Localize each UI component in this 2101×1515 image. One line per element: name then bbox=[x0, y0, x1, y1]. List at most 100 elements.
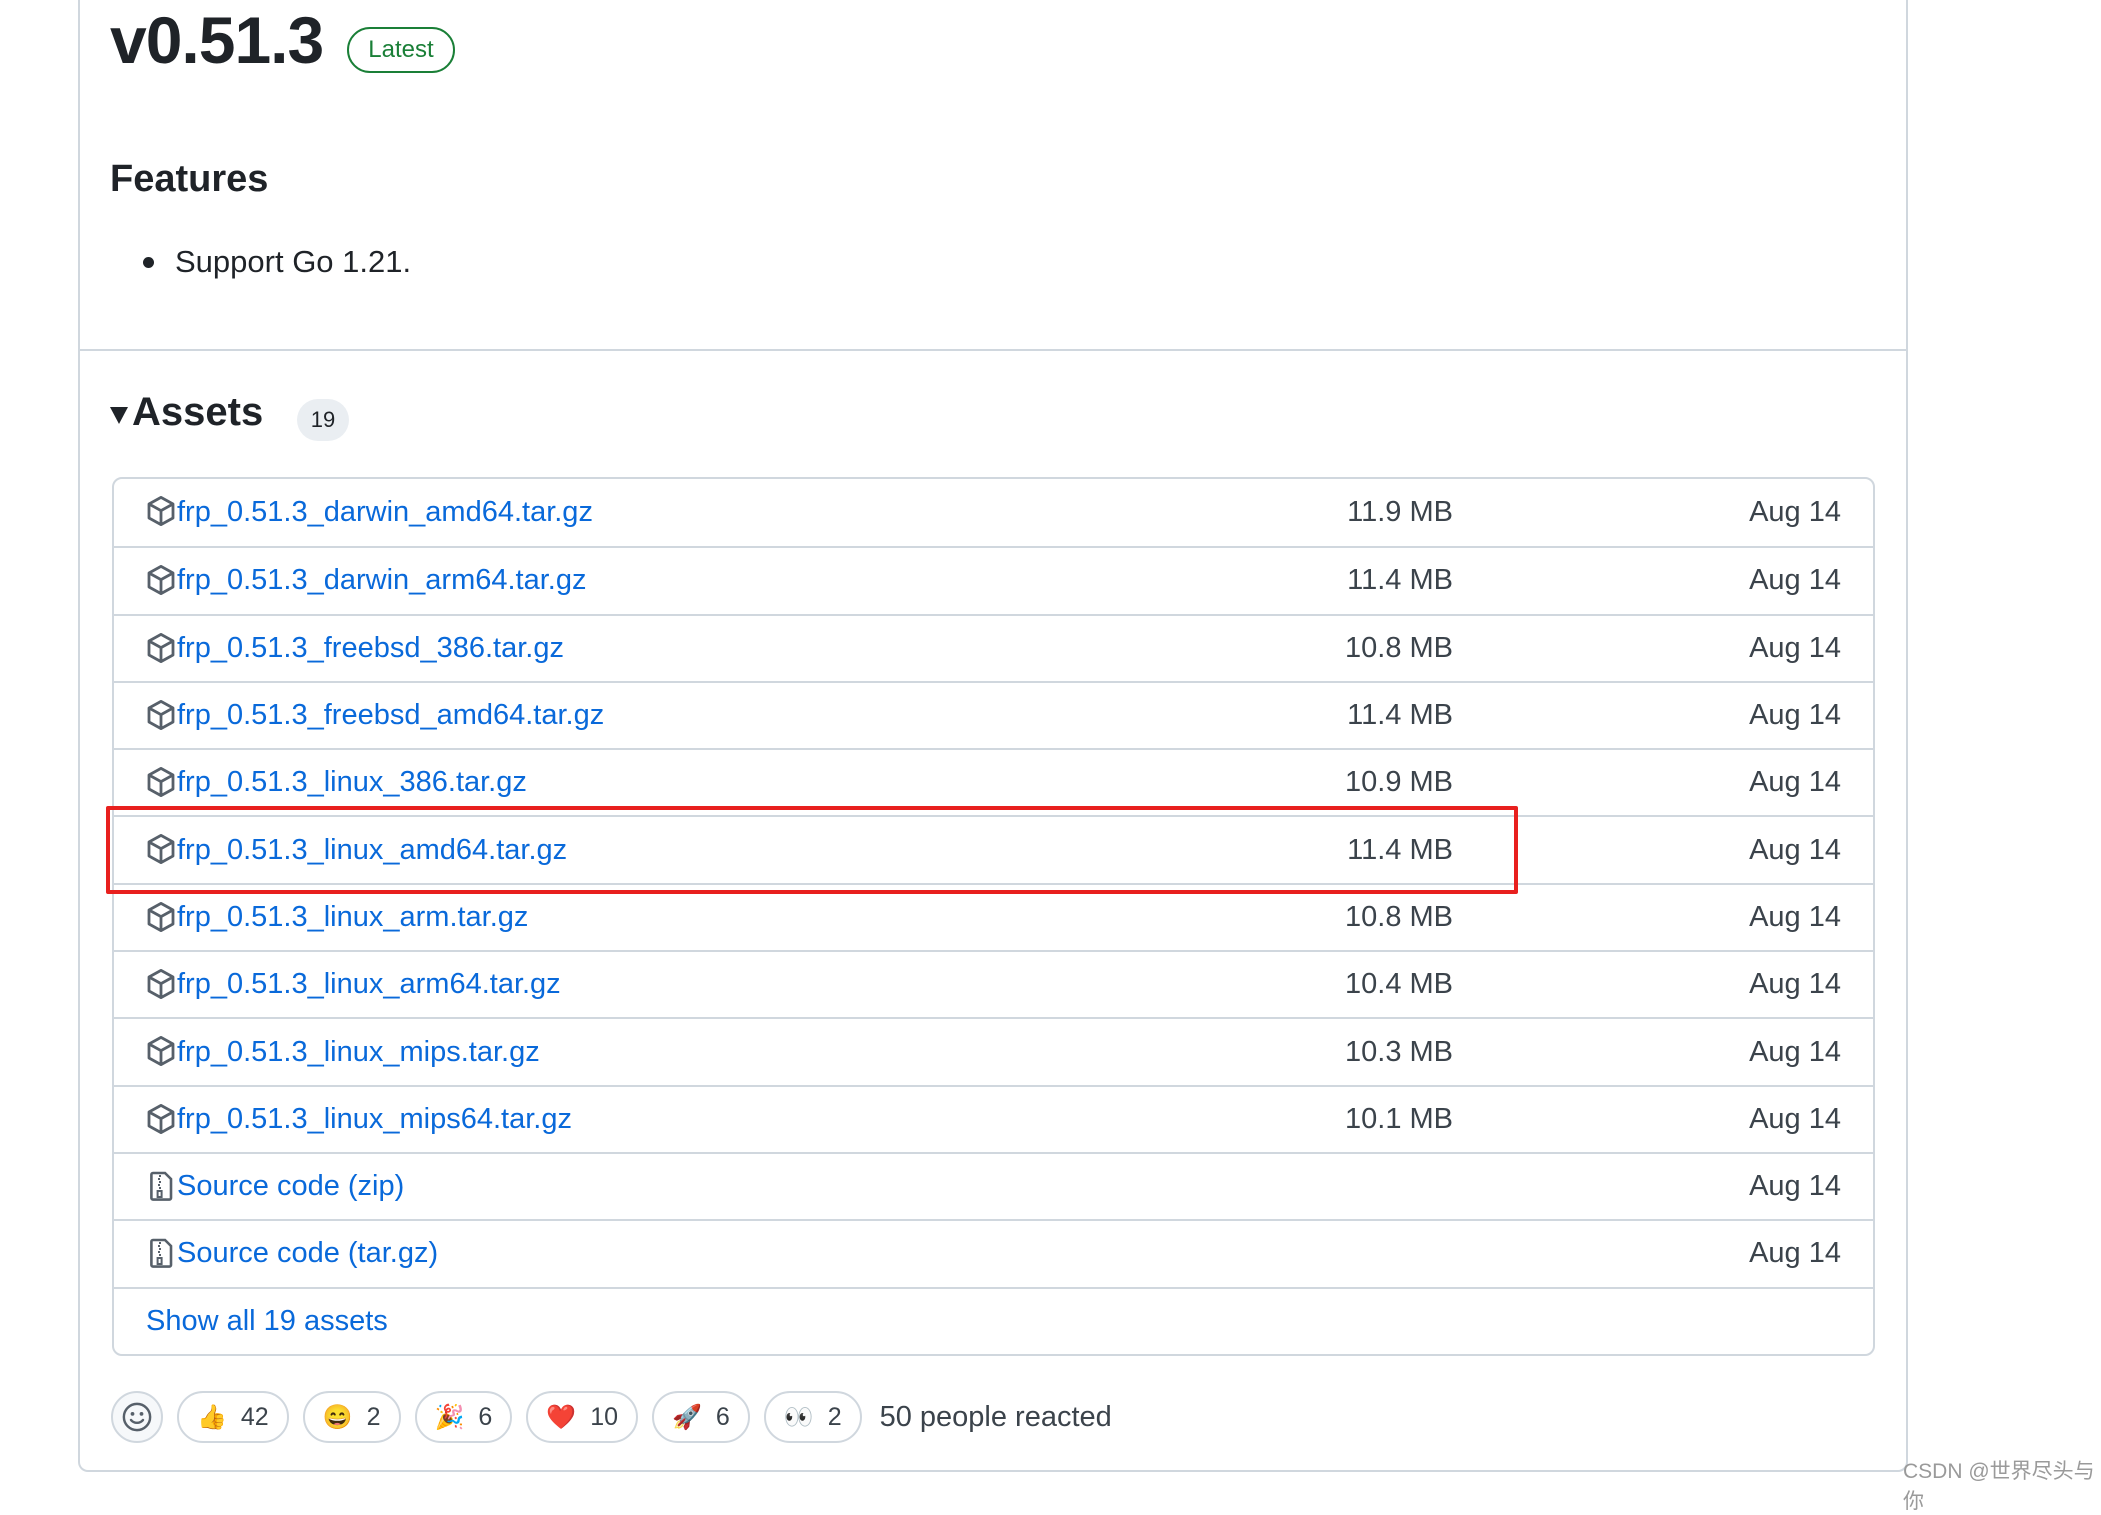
reaction-hooray-button[interactable]: 🎉 6 bbox=[414, 1391, 513, 1443]
asset-date: Aug 14 bbox=[1749, 496, 1841, 529]
asset-date: Aug 14 bbox=[1749, 1035, 1841, 1068]
package-icon bbox=[145, 632, 177, 664]
bullet-icon bbox=[143, 256, 154, 268]
asset-link[interactable]: frp_0.51.3_freebsd_amd64.tar.gz bbox=[177, 699, 604, 732]
asset-size: 11.9 MB bbox=[1347, 496, 1453, 529]
triangle-down-icon bbox=[110, 407, 128, 424]
asset-size: 10.3 MB bbox=[1345, 1035, 1453, 1068]
asset-name: frp_0.51.3_linux_arm64.tar.gz bbox=[177, 968, 561, 1001]
asset-name: frp_0.51.3_linux_mips64.tar.gz bbox=[177, 1102, 572, 1135]
asset-size: 10.4 MB bbox=[1345, 968, 1453, 1001]
asset-ext: (tar.gz) bbox=[347, 1237, 439, 1270]
reaction-count: 2 bbox=[827, 1402, 842, 1431]
package-icon bbox=[145, 833, 177, 865]
asset-link[interactable]: frp_0.51.3_linux_arm.tar.gz bbox=[177, 901, 528, 934]
reaction-rocket-button[interactable]: 🚀 6 bbox=[652, 1391, 750, 1443]
asset-row: frp_0.51.3_freebsd_386.tar.gz 10.8 MB Aug … bbox=[114, 613, 1873, 681]
reaction-count: 42 bbox=[240, 1402, 269, 1431]
package-icon bbox=[145, 495, 177, 527]
reaction-laugh-button[interactable]: 😄 2 bbox=[302, 1391, 401, 1443]
asset-date: Aug 14 bbox=[1749, 833, 1841, 866]
asset-name: frp_0.51.3_freebsd_386.tar.gz bbox=[177, 631, 564, 664]
laugh-icon: 😄 bbox=[322, 1403, 353, 1431]
asset-name: frp_0.51.3_freebsd_amd64.tar.gz bbox=[177, 699, 605, 732]
asset-name: frp_0.51.3_linux_386.tar.gz bbox=[177, 766, 527, 799]
asset-name: frp_0.51.3_darwin_amd64.tar.gz bbox=[177, 496, 593, 529]
package-icon bbox=[145, 766, 177, 798]
asset-size: 10.8 MB bbox=[1345, 900, 1453, 933]
asset-link[interactable]: frp_0.51.3_darwin_arm64.tar.gz bbox=[177, 564, 586, 597]
show-all-assets-link[interactable]: Show all 19 assets bbox=[146, 1305, 388, 1338]
asset-date: Aug 14 bbox=[1749, 631, 1841, 664]
asset-row: frp_0.51.3_linux_mips64.tar.gz 10.1 MB Aug… bbox=[114, 1084, 1873, 1152]
asset-link[interactable]: frp_0.51.3_darwin_amd64.tar.gz bbox=[177, 496, 593, 529]
package-icon bbox=[145, 968, 177, 1000]
asset-date: Aug 14 bbox=[1749, 1170, 1841, 1203]
features-heading: Features bbox=[110, 158, 269, 200]
asset-name: frp_0.51.3_darwin_arm64.tar.gz bbox=[177, 564, 587, 597]
asset-link[interactable]: frp_0.51.3_linux_386.tar.gz bbox=[177, 766, 527, 799]
file-zip-icon bbox=[145, 1237, 177, 1269]
asset-link[interactable]: Source code (zip) bbox=[177, 1170, 404, 1203]
reaction-thumbs-up-button[interactable]: 👍 42 bbox=[177, 1391, 289, 1443]
asset-link[interactable]: frp_0.51.3_linux_mips64.tar.gz bbox=[177, 1103, 572, 1136]
heart-icon: ❤️ bbox=[546, 1403, 577, 1431]
asset-size: 10.9 MB bbox=[1345, 766, 1453, 799]
reaction-count: 10 bbox=[590, 1402, 618, 1431]
asset-date: Aug 14 bbox=[1749, 699, 1841, 732]
reaction-heart-button[interactable]: ❤️ 10 bbox=[526, 1391, 638, 1443]
assets-count: 19 bbox=[297, 399, 349, 441]
package-icon bbox=[145, 901, 177, 933]
add-reaction-button[interactable] bbox=[111, 1391, 163, 1443]
asset-row: Source code (zip) Aug 14 bbox=[114, 1151, 1873, 1219]
eyes-icon: 👀 bbox=[783, 1403, 814, 1431]
file-zip-icon bbox=[145, 1170, 177, 1202]
asset-row: frp_0.51.3_linux_arm.tar.gz 10.8 MB Aug 14 bbox=[114, 882, 1873, 950]
show-all-row: Show all 19 assets bbox=[114, 1286, 1873, 1354]
asset-ext: (zip) bbox=[347, 1170, 405, 1203]
asset-row: frp_0.51.3_darwin_arm64.tar.gz 11.4 MB Aug… bbox=[114, 546, 1873, 613]
reactions-summary: 50 people reacted bbox=[879, 1400, 1112, 1433]
reaction-count: 6 bbox=[478, 1402, 493, 1431]
watermark: CSDN @世界尽头与你 bbox=[1903, 1460, 2095, 1513]
asset-name: frp_0.51.3_linux_amd64.tar.gz bbox=[177, 833, 568, 866]
asset-name: Source code bbox=[177, 1170, 340, 1203]
asset-size: 10.1 MB bbox=[1345, 1102, 1453, 1135]
reaction-eyes-button[interactable]: 👀 2 bbox=[763, 1391, 862, 1443]
asset-name: frp_0.51.3_linux_mips.tar.gz bbox=[177, 1035, 540, 1068]
hooray-icon: 🎉 bbox=[434, 1403, 465, 1431]
feature-text: Support Go 1.21. bbox=[175, 244, 412, 279]
rocket-icon: 🚀 bbox=[672, 1403, 702, 1431]
reactions-bar: 👍 42 😄 2 🎉 6 ❤️ 10 🚀 6 👀 2 50 people reacted bbox=[111, 1391, 1112, 1443]
asset-link[interactable]: frp_0.51.3_linux_arm64.tar.gz bbox=[177, 968, 561, 1001]
asset-link[interactable]: frp_0.51.3_linux_amd64.tar.gz bbox=[177, 834, 567, 867]
asset-row: frp_0.51.3_freebsd_amd64.tar.gz 11.4 MB Au… bbox=[114, 680, 1873, 748]
asset-link[interactable]: frp_0.51.3_linux_mips.tar.gz bbox=[177, 1036, 540, 1069]
asset-size: 11.4 MB bbox=[1347, 833, 1453, 866]
asset-date: Aug 14 bbox=[1749, 1102, 1841, 1135]
asset-date: Aug 14 bbox=[1749, 766, 1841, 799]
feature-item: Support Go 1.21. bbox=[143, 244, 411, 280]
asset-name: frp_0.51.3_linux_arm.tar.gz bbox=[177, 900, 529, 933]
asset-size: 11.4 MB bbox=[1347, 699, 1453, 732]
reaction-count: 2 bbox=[366, 1402, 381, 1431]
smiley-icon bbox=[122, 1402, 152, 1432]
asset-row: Source code (tar.gz) Aug 14 bbox=[114, 1219, 1873, 1286]
asset-date: Aug 14 bbox=[1749, 1237, 1841, 1270]
package-icon bbox=[145, 564, 177, 596]
latest-badge: Latest bbox=[347, 27, 455, 73]
reaction-count: 6 bbox=[715, 1402, 730, 1431]
asset-row: frp_0.51.3_linux_arm64.tar.gz 10.4 MB Aug … bbox=[114, 950, 1873, 1017]
assets-list: frp_0.51.3_darwin_amd64.tar.gz 11.9 MB Aug… bbox=[112, 477, 1875, 1356]
asset-link[interactable]: frp_0.51.3_freebsd_386.tar.gz bbox=[177, 632, 564, 665]
asset-link[interactable]: Source code (tar.gz) bbox=[177, 1237, 438, 1270]
package-icon bbox=[145, 1103, 177, 1135]
thumbs-up-icon: 👍 bbox=[197, 1403, 227, 1431]
asset-row: frp_0.51.3_linux_386.tar.gz 10.9 MB Aug 14 bbox=[114, 748, 1873, 815]
assets-toggle[interactable]: Assets bbox=[110, 390, 263, 435]
asset-date: Aug 14 bbox=[1749, 900, 1841, 933]
asset-name: Source code bbox=[177, 1237, 340, 1270]
asset-row: frp_0.51.3_linux_amd64.tar.gz 11.4 MB Aug … bbox=[114, 815, 1873, 882]
release-title: v0.51.3 bbox=[110, 3, 324, 77]
package-icon bbox=[145, 699, 177, 731]
